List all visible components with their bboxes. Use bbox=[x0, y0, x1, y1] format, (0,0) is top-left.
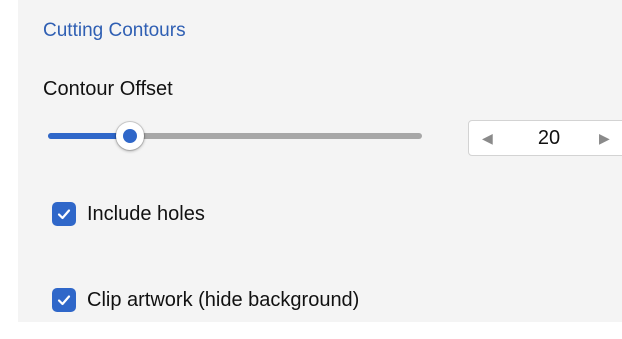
contour-offset-slider[interactable] bbox=[48, 122, 422, 150]
slider-thumb-dot bbox=[123, 129, 138, 143]
include-holes-label: Include holes bbox=[87, 203, 205, 225]
checkmark-icon bbox=[57, 209, 71, 220]
contour-offset-stepper[interactable]: ◀ 20 ▶ bbox=[468, 120, 622, 156]
include-holes-checkbox[interactable] bbox=[52, 202, 76, 226]
cutting-contours-panel bbox=[18, 0, 622, 322]
slider-thumb[interactable] bbox=[116, 122, 145, 150]
triangle-right-icon[interactable]: ▶ bbox=[599, 130, 610, 146]
checkmark-icon bbox=[57, 295, 71, 306]
contour-offset-label: Contour Offset bbox=[43, 78, 173, 100]
clip-artwork-label: Clip artwork (hide background) bbox=[87, 289, 360, 311]
triangle-left-icon[interactable]: ◀ bbox=[482, 130, 493, 146]
contour-offset-value[interactable]: 20 bbox=[514, 126, 584, 150]
clip-artwork-checkbox[interactable] bbox=[52, 288, 76, 312]
section-title: Cutting Contours bbox=[43, 20, 186, 41]
